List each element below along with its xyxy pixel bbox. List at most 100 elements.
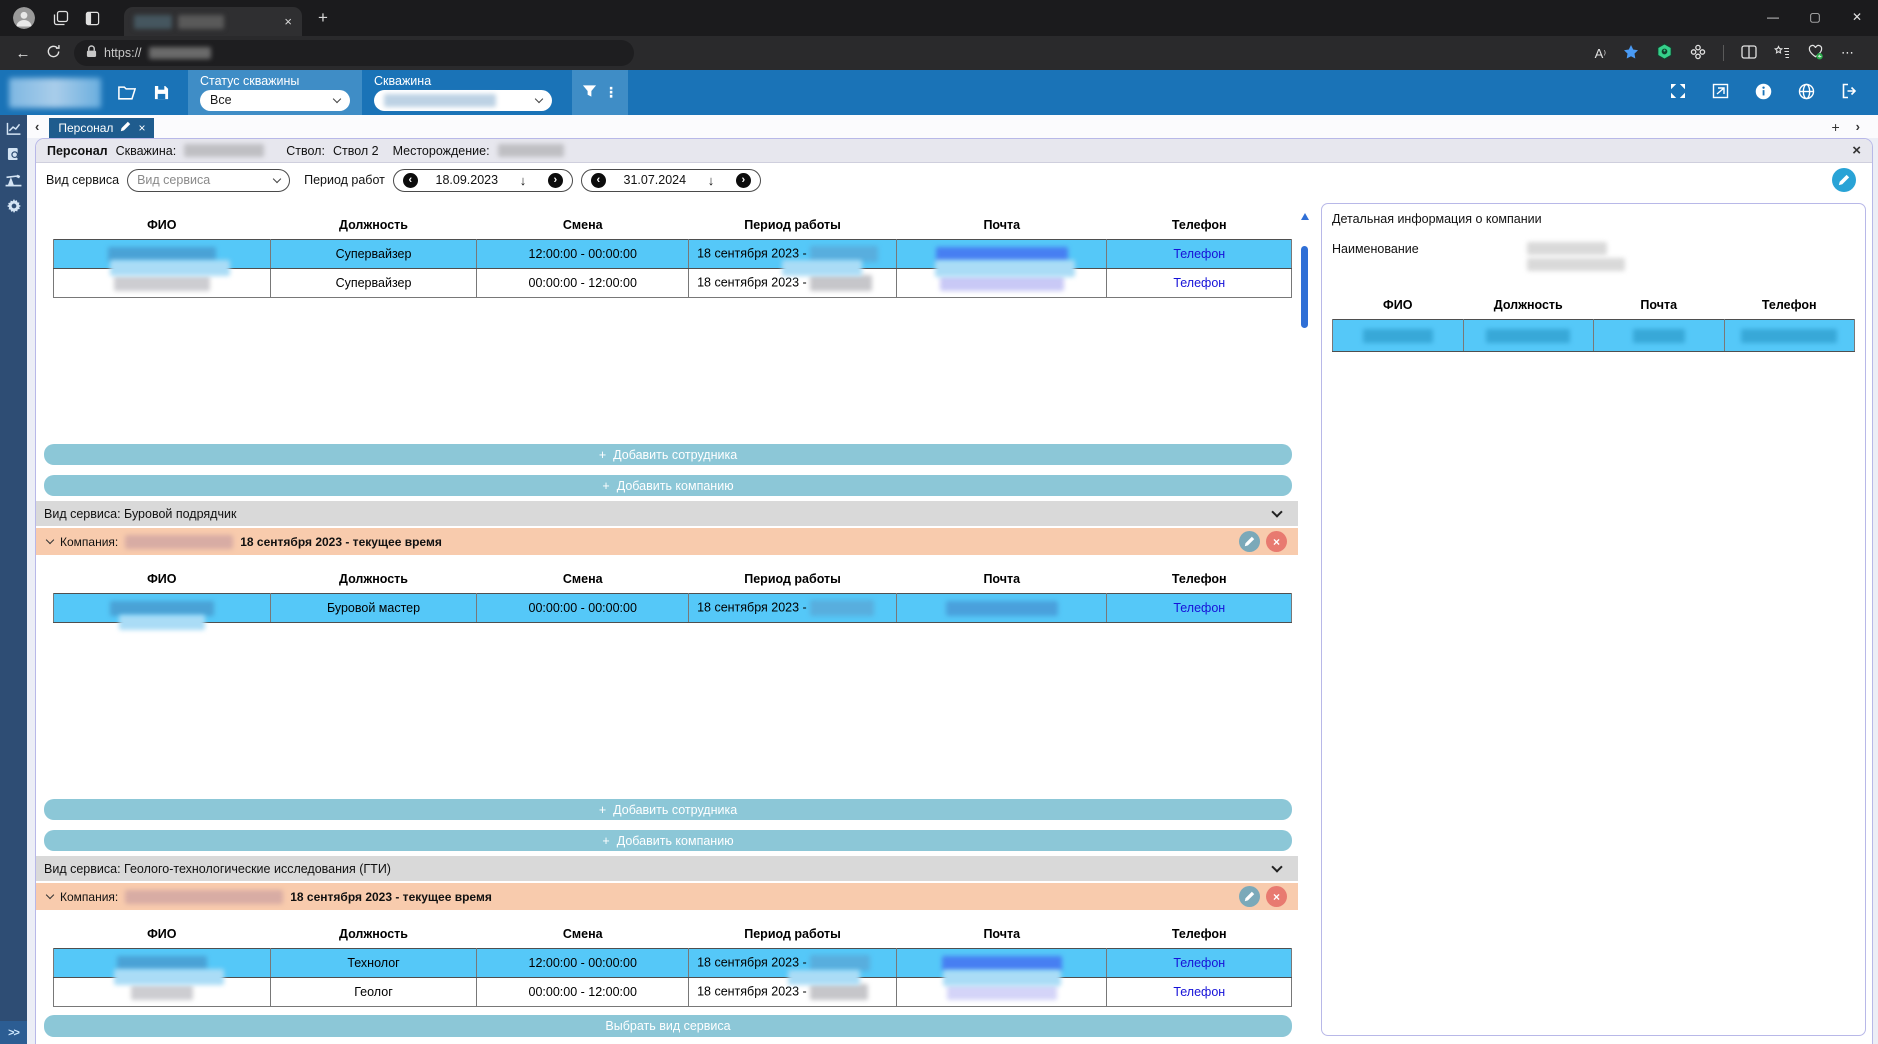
split-screen-icon[interactable] xyxy=(1741,45,1757,62)
next-date-icon[interactable]: › xyxy=(736,173,751,188)
filter-menu-button[interactable]: ⋮ xyxy=(572,70,628,115)
company-delete-button[interactable]: × xyxy=(1266,886,1287,907)
date-from-picker[interactable]: ‹ 18.09.2023 ↓ › xyxy=(393,169,573,192)
dropdown-arrow-icon[interactable]: ↓ xyxy=(708,173,715,188)
chevron-down-icon[interactable] xyxy=(46,891,54,899)
logout-icon[interactable] xyxy=(1841,83,1858,102)
tabs-scroll-right-icon[interactable]: › xyxy=(1856,119,1860,134)
well-status-select[interactable]: Все xyxy=(200,90,350,111)
company-edit-button[interactable] xyxy=(1239,531,1260,552)
fullscreen-icon[interactable] xyxy=(1670,83,1686,102)
dropdown-arrow-icon[interactable]: ↓ xyxy=(520,173,527,188)
window-restore-icon[interactable]: ▢ xyxy=(1794,0,1836,34)
gear-icon[interactable] xyxy=(7,199,21,216)
col-shift: Смена xyxy=(477,213,689,240)
service-section-drilling[interactable]: Вид сервиса: Буровой подрядчик xyxy=(36,501,1298,526)
table-row[interactable]: Технолог 12:00:00 - 00:00:00 18 сентября… xyxy=(54,949,1292,978)
window-controls: — ▢ ✕ xyxy=(1752,0,1878,34)
screenshot-icon[interactable] xyxy=(1712,83,1729,102)
chevron-down-icon xyxy=(273,174,281,182)
chevron-down-icon[interactable] xyxy=(46,536,54,544)
table-row[interactable]: Буровой мастер 00:00:00 - 00:00:00 18 се… xyxy=(54,594,1292,623)
phone-link[interactable]: Телефон xyxy=(1173,985,1225,999)
service-section-gti[interactable]: Вид сервиса: Геолого-технологические исс… xyxy=(36,856,1298,881)
next-date-icon[interactable]: › xyxy=(548,173,563,188)
redacted-name xyxy=(114,276,210,291)
back-icon[interactable]: ← xyxy=(8,45,38,62)
read-aloud-icon[interactable]: A⁾ xyxy=(1595,46,1606,61)
chevron-down-icon[interactable] xyxy=(1271,506,1282,517)
table-row[interactable]: Супервайзер 12:00:00 - 00:00:00 18 сентя… xyxy=(54,240,1292,269)
info-icon[interactable] xyxy=(1755,83,1772,103)
sidebar-expand-button[interactable]: >> xyxy=(0,1021,27,1044)
browser-menu-icon[interactable]: ⋯ xyxy=(1841,45,1854,61)
pumpjack-icon[interactable] xyxy=(5,173,22,190)
add-company-button[interactable]: + Добавить компанию xyxy=(44,475,1292,496)
phone-link[interactable]: Телефон xyxy=(1173,956,1225,970)
tab-close-icon[interactable]: × xyxy=(138,121,145,135)
scrollbar-thumb[interactable] xyxy=(1301,246,1308,328)
tab-actions-icon[interactable] xyxy=(53,10,69,26)
prev-date-icon[interactable]: ‹ xyxy=(591,173,606,188)
browser-profile-avatar[interactable] xyxy=(13,7,35,29)
phone-link[interactable]: Телефон xyxy=(1173,247,1225,261)
redacted-app-logo xyxy=(9,78,101,108)
add-employee-button[interactable]: + Добавить сотрудника xyxy=(44,444,1292,465)
redacted-field-name xyxy=(498,144,564,157)
main-scrollbar[interactable] xyxy=(1298,197,1311,1044)
browser-tab-active[interactable]: × xyxy=(124,7,302,36)
company-delete-button[interactable]: × xyxy=(1266,531,1287,552)
url-field[interactable]: https:// xyxy=(74,40,634,66)
date-to-picker[interactable]: ‹ 31.07.2024 ↓ › xyxy=(581,169,761,192)
redacted-well-name xyxy=(184,144,264,157)
table-row[interactable] xyxy=(1333,320,1855,352)
company-row-drilling[interactable]: Компания: 18 сентября 2023 - текущее вре… xyxy=(36,528,1298,555)
redacted-date xyxy=(810,275,872,291)
new-tab-icon[interactable]: + xyxy=(318,8,328,28)
browser-essentials-icon[interactable] xyxy=(1807,44,1824,63)
tab-close-icon[interactable]: × xyxy=(284,14,292,29)
save-icon[interactable] xyxy=(154,70,169,115)
extensions-icon[interactable] xyxy=(1690,44,1706,63)
close-panel-icon[interactable]: × xyxy=(1852,142,1861,159)
service-type-select[interactable]: Вид сервиса xyxy=(127,169,290,192)
tabs-scroll-left-icon[interactable]: ‹ xyxy=(35,119,39,134)
date-from-value: 18.09.2023 xyxy=(436,173,499,187)
edit-button[interactable] xyxy=(1832,168,1856,192)
chevron-down-icon[interactable] xyxy=(1271,861,1282,872)
phone-link[interactable]: Телефон xyxy=(1173,276,1225,290)
redacted-email xyxy=(940,276,1064,291)
add-tab-icon[interactable]: + xyxy=(1831,119,1839,135)
adblock-shield-icon[interactable] xyxy=(1656,43,1673,63)
company-label: Компания: xyxy=(60,890,118,904)
chart-icon[interactable] xyxy=(6,122,21,138)
scroll-up-icon[interactable] xyxy=(1301,213,1309,220)
phone-link[interactable]: Телефон xyxy=(1173,601,1225,615)
plus-icon: + xyxy=(602,479,609,493)
select-service-button[interactable]: Выбрать вид сервиса xyxy=(44,1015,1292,1037)
open-folder-icon[interactable] xyxy=(118,70,136,115)
tab-edit-pencil-icon[interactable] xyxy=(120,121,131,135)
redacted-name xyxy=(114,969,224,985)
well-section: Скважина xyxy=(362,70,564,115)
well-select[interactable] xyxy=(374,90,552,111)
favorite-star-icon[interactable] xyxy=(1623,44,1639,63)
refresh-icon[interactable] xyxy=(38,44,68,63)
table-row[interactable]: Геолог 00:00:00 - 12:00:00 18 сентября 2… xyxy=(54,978,1292,1007)
bore-label: Ствол: xyxy=(286,144,325,158)
workspaces-icon[interactable] xyxy=(85,11,100,26)
tab-personnel[interactable]: Персонал × xyxy=(49,118,154,138)
globe-icon[interactable] xyxy=(1798,83,1815,103)
table-row[interactable]: Супервайзер 00:00:00 - 12:00:00 18 сентя… xyxy=(54,269,1292,298)
add-employee-button[interactable]: + Добавить сотрудника xyxy=(44,799,1292,820)
window-minimize-icon[interactable]: — xyxy=(1752,0,1794,34)
company-edit-button[interactable] xyxy=(1239,886,1260,907)
prev-date-icon[interactable]: ‹ xyxy=(403,173,418,188)
window-close-icon[interactable]: ✕ xyxy=(1836,0,1878,34)
col-shift: Смена xyxy=(477,922,689,949)
company-row-gti[interactable]: Компания: 18 сентября 2023 - текущее вре… xyxy=(36,883,1298,910)
document-search-icon[interactable] xyxy=(7,147,20,164)
add-company-button[interactable]: + Добавить компанию xyxy=(44,830,1292,851)
collections-icon[interactable] xyxy=(1774,45,1790,62)
app-toolbar: Статус скважины Все Скважина ⋮ xyxy=(0,70,1878,115)
